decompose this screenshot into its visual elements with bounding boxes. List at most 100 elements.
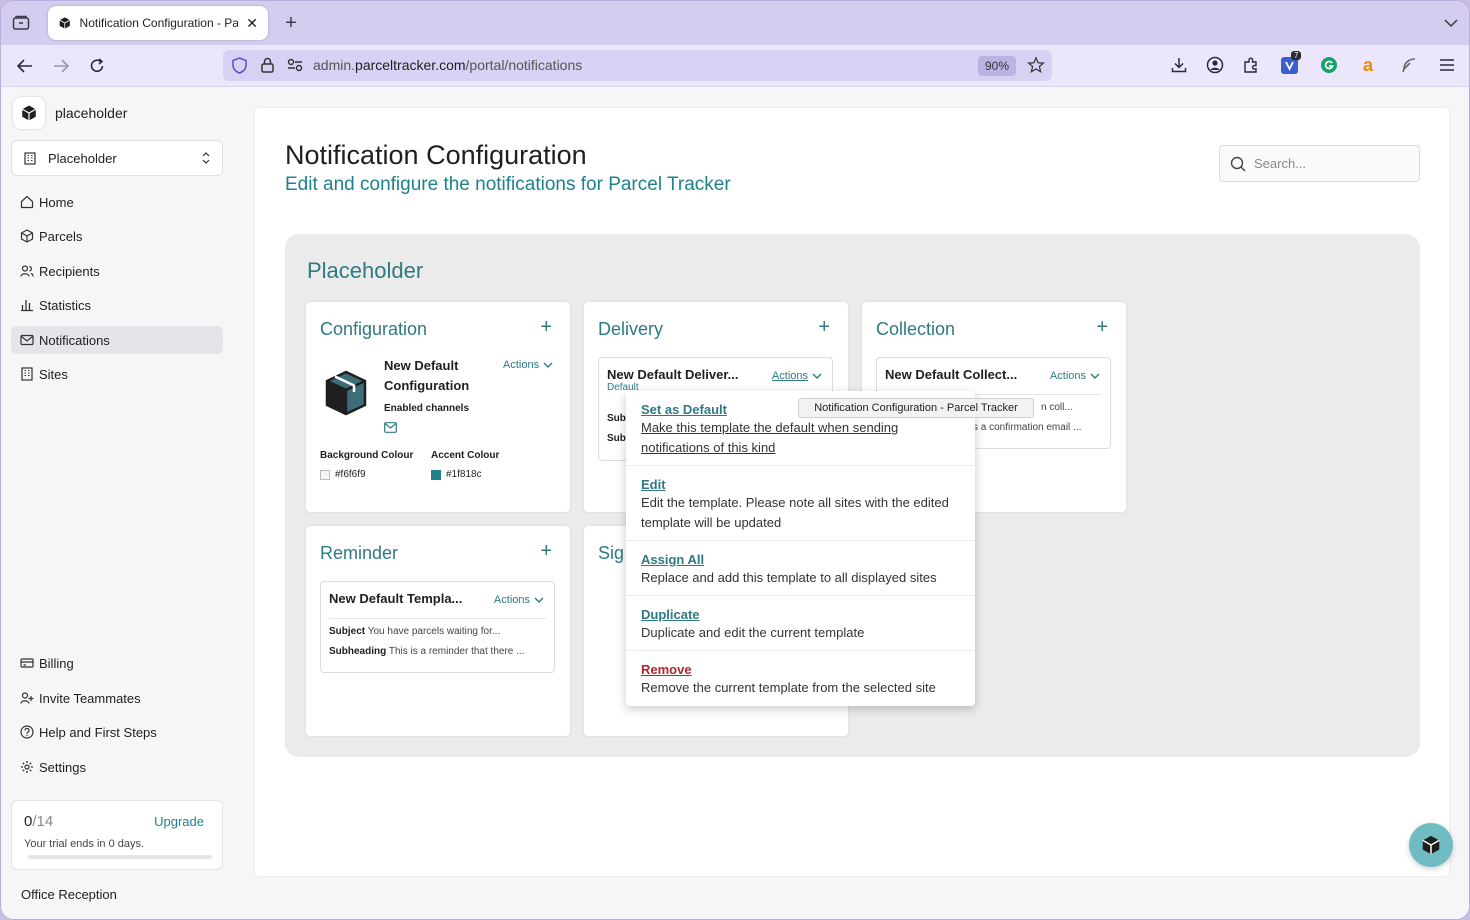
- add-configuration-icon[interactable]: +: [540, 316, 552, 339]
- sidebar-item-sites[interactable]: Sites: [11, 360, 223, 388]
- chevron-down-icon: [1090, 373, 1100, 379]
- search-icon: [1230, 156, 1246, 171]
- site-selector[interactable]: Placeholder: [11, 140, 223, 176]
- menu-item-remove[interactable]: Remove Remove the current template from …: [626, 662, 975, 698]
- menu-icon[interactable]: [1437, 55, 1457, 75]
- upgrade-link[interactable]: Upgrade: [154, 814, 204, 829]
- star-icon[interactable]: [1027, 56, 1045, 77]
- trial-widget: 0/14 Upgrade Your trial ends in 0 days.: [11, 800, 223, 870]
- url-path: /portal/notifications: [465, 57, 583, 73]
- menu-item-title[interactable]: Remove: [641, 662, 960, 677]
- menu-item-description: Make this template the default when send…: [641, 420, 899, 455]
- org-header[interactable]: placeholder: [13, 97, 127, 129]
- sidebar-item-recipients[interactable]: Recipients: [11, 257, 223, 285]
- chevron-down-icon[interactable]: [1441, 13, 1461, 33]
- divider: [626, 540, 975, 541]
- config-name-line: New Default: [384, 358, 459, 373]
- sidebar-item-billing[interactable]: Billing: [11, 649, 223, 677]
- sidebar-item-help[interactable]: Help and First Steps: [11, 718, 223, 746]
- accent-colour-value: #1f818c: [431, 469, 482, 480]
- password-manager-icon[interactable]: 7: [1279, 51, 1302, 76]
- search-input[interactable]: Search...: [1219, 145, 1420, 182]
- tab-title: Notification Configuration - Parcel Trac…: [79, 16, 239, 30]
- lock-icon[interactable]: [261, 57, 274, 76]
- colour-swatch: [431, 469, 441, 480]
- add-collection-icon[interactable]: +: [1096, 316, 1108, 339]
- sidebar-item-invite-teammates[interactable]: Invite Teammates: [11, 684, 223, 712]
- browser-tab-active[interactable]: Notification Configuration - Parcel Trac…: [48, 6, 268, 40]
- chevron-updown-icon: [202, 152, 210, 164]
- menu-item-description: Replace and add this template to all dis…: [641, 570, 937, 585]
- building-icon: [21, 367, 33, 381]
- actions-dropdown-menu: Set as Default Make this template the de…: [626, 391, 975, 706]
- actions-button[interactable]: Actions: [494, 594, 544, 606]
- sidebar-item-parcels[interactable]: Parcels: [11, 222, 223, 250]
- config-name-line: Configuration: [384, 378, 470, 393]
- actions-button[interactable]: Actions: [503, 359, 553, 371]
- menu-item-title[interactable]: Edit: [641, 477, 960, 492]
- chart-icon: [21, 300, 33, 312]
- tab-bar: Notification Configuration - Parcel Trac…: [1, 1, 1469, 45]
- forward-icon[interactable]: [51, 56, 71, 76]
- subheading-value: This is a reminder that there ...: [388, 646, 525, 657]
- page-title: Notification Configuration: [285, 140, 587, 170]
- address-bar[interactable]: admin.parceltracker.com/portal/notificat…: [223, 50, 1052, 81]
- sidebar-item-label: Parcels: [39, 228, 83, 244]
- menu-item-assign-all[interactable]: Assign All Replace and add this template…: [626, 552, 975, 588]
- zoom-indicator[interactable]: 90%: [978, 56, 1016, 76]
- sidebar-item-label: Settings: [39, 759, 86, 775]
- reload-icon[interactable]: [87, 56, 107, 76]
- background-colour-label: Background Colour: [320, 450, 414, 461]
- user-plus-icon: [20, 692, 34, 704]
- tab-overview-icon[interactable]: [11, 13, 31, 33]
- back-icon[interactable]: [15, 56, 35, 76]
- card-title: Sig: [598, 543, 625, 563]
- menu-item-edit[interactable]: Edit Edit the template. Please note all …: [626, 477, 975, 533]
- card-title: Collection: [876, 319, 956, 339]
- divider: [626, 465, 975, 466]
- card-title: Delivery: [598, 319, 664, 339]
- org-name: placeholder: [55, 105, 128, 121]
- grammar-extension-icon[interactable]: [1319, 55, 1339, 75]
- sidebar-item-label: Home: [39, 194, 74, 210]
- actions-button[interactable]: Actions: [772, 370, 822, 382]
- page-subtitle: Edit and configure the notifications for…: [285, 174, 731, 195]
- url-host: parceltracker.com: [355, 57, 466, 73]
- trial-progress-bar: [28, 855, 212, 859]
- account-icon[interactable]: [1205, 55, 1225, 75]
- add-delivery-icon[interactable]: +: [818, 316, 830, 339]
- feather-extension-icon[interactable]: [1399, 55, 1419, 75]
- site-selector-label: Placeholder: [48, 150, 117, 166]
- sidebar-item-settings[interactable]: Settings: [11, 753, 223, 781]
- menu-item-duplicate[interactable]: Duplicate Duplicate and edit the current…: [626, 607, 975, 643]
- extensions-icon[interactable]: [1241, 55, 1261, 75]
- help-chat-button[interactable]: [1409, 823, 1453, 867]
- sidebar-item-statistics[interactable]: Statistics: [11, 291, 223, 319]
- tooltip: Notification Configuration - Parcel Trac…: [798, 398, 1034, 418]
- divider: [329, 618, 546, 619]
- mail-icon: [20, 334, 34, 346]
- reminder-template[interactable]: New Default Templa... Actions Subject Yo…: [320, 581, 555, 673]
- sidebar-item-notifications[interactable]: Notifications: [11, 326, 223, 354]
- sidebar-item-label: Notifications: [39, 332, 110, 348]
- close-tab-icon[interactable]: ✕: [246, 15, 258, 32]
- subheading-label: Sub: [607, 433, 626, 444]
- sidebar-item-label: Recipients: [39, 263, 100, 279]
- menu-item-title[interactable]: Duplicate: [641, 607, 960, 622]
- actions-label: Actions: [1049, 370, 1086, 382]
- configuration-card: Configuration + New Default Configuratio…: [306, 302, 570, 512]
- office-name[interactable]: Office Reception: [21, 887, 117, 902]
- actions-label: Actions: [493, 594, 530, 606]
- menu-item-title[interactable]: Assign All: [641, 552, 960, 567]
- new-tab-icon[interactable]: +: [281, 12, 301, 34]
- trial-count: 0/14: [24, 813, 53, 830]
- divider: [626, 595, 975, 596]
- shield-icon[interactable]: [232, 57, 247, 77]
- shopping-extension-icon[interactable]: a: [1358, 55, 1378, 75]
- permissions-icon[interactable]: [287, 58, 303, 75]
- download-icon[interactable]: [1169, 55, 1189, 75]
- add-reminder-icon[interactable]: +: [540, 540, 552, 563]
- actions-button[interactable]: Actions: [1050, 370, 1100, 382]
- subheading-label: Subheading: [329, 646, 387, 657]
- sidebar-item-home[interactable]: Home: [11, 188, 223, 216]
